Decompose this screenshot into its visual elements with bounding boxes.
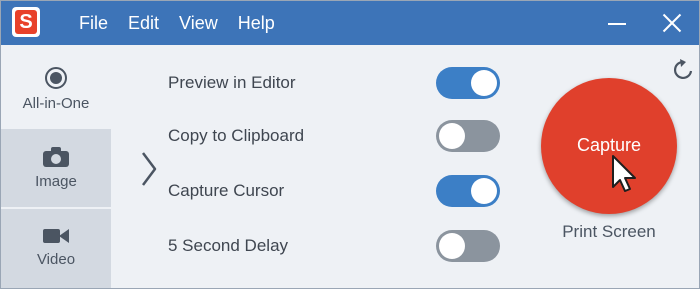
menu-bar: File Edit View Help <box>79 1 295 45</box>
capture-label: Capture <box>576 135 642 155</box>
mouse-cursor-icon <box>612 155 636 192</box>
sidebar-item-video[interactable]: Video <box>1 209 111 288</box>
capture-cursor-toggle[interactable] <box>436 175 500 207</box>
copy-to-clipboard-toggle[interactable] <box>436 120 500 152</box>
menu-help[interactable]: Help <box>238 13 275 34</box>
capture-hotkey-label: Print Screen <box>562 222 656 241</box>
chevron-right-icon[interactable] <box>139 151 159 187</box>
sidebar-item-label: All-in-One <box>22 95 90 112</box>
camera-icon <box>43 147 69 167</box>
minimize-icon[interactable] <box>604 9 632 37</box>
menu-view[interactable]: View <box>179 13 218 34</box>
option-copy-to-clipboard: Copy to Clipboard <box>168 117 508 155</box>
option-5-second-delay: 5 Second Delay <box>168 227 508 265</box>
menu-file[interactable]: File <box>79 13 108 34</box>
option-label: Copy to Clipboard <box>168 126 305 145</box>
5-second-delay-toggle[interactable] <box>436 230 500 262</box>
capture-mode-sidebar: All-in-One Image Video <box>1 45 111 288</box>
close-icon[interactable] <box>659 9 687 37</box>
video-icon <box>43 227 69 245</box>
title-bar: S File Edit View Help <box>1 1 699 45</box>
option-preview-in-editor: Preview in Editor <box>168 64 508 102</box>
sidebar-item-image[interactable]: Image <box>1 129 111 207</box>
sidebar-item-label: Video <box>36 251 76 268</box>
app-logo-letter: S <box>15 10 37 34</box>
option-label: Preview in Editor <box>168 73 296 92</box>
app-logo: S <box>12 7 40 37</box>
all-in-one-icon <box>45 67 67 89</box>
menu-edit[interactable]: Edit <box>128 13 159 34</box>
capture-button[interactable]: Capture <box>541 78 677 214</box>
option-label: Capture Cursor <box>168 181 285 200</box>
option-capture-cursor: Capture Cursor <box>168 172 508 210</box>
refresh-icon[interactable] <box>672 58 696 82</box>
option-label: 5 Second Delay <box>168 236 289 255</box>
sidebar-item-label: Image <box>35 173 77 190</box>
preview-in-editor-toggle[interactable] <box>436 67 500 99</box>
sidebar-item-all-in-one[interactable]: All-in-One <box>1 45 111 127</box>
capture-window: S File Edit View Help All-in-One Image V… <box>0 0 700 289</box>
